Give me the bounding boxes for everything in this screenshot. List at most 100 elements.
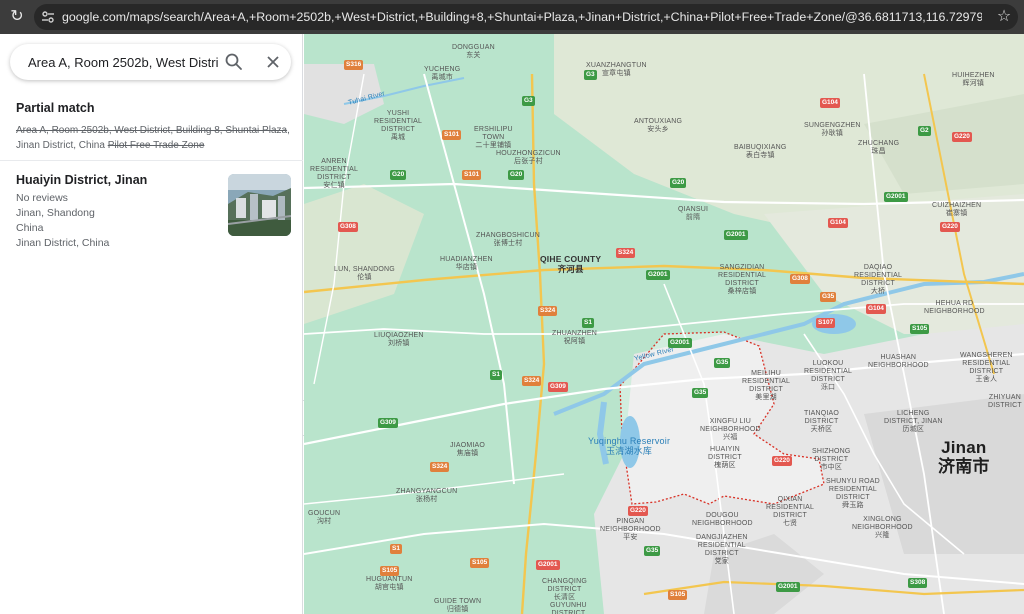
route-shield[interactable]: G308	[338, 222, 358, 232]
place-dangjiazhen[interactable]: DANGJIAZHEN RESIDENTIAL DISTRICT 党家	[696, 534, 748, 566]
route-shield[interactable]: G2001	[668, 338, 692, 348]
route-shield[interactable]: S316	[344, 60, 364, 70]
place-qiansui[interactable]: QIANSUI 前隋	[678, 206, 708, 222]
yuqinghu-reservoir-label[interactable]: Yuqinghu Reservoir 玉清湖水库	[588, 436, 670, 456]
place-baibuqixiang[interactable]: BAIBUQIXIANG 表白寺镇	[734, 144, 787, 160]
qihe-county-label[interactable]: QIHE COUNTY 齐河县	[540, 254, 601, 274]
route-shield[interactable]: G2001	[536, 560, 560, 570]
place-antouxiang[interactable]: ANTOUXIANG 安头乡	[634, 118, 682, 134]
map-canvas[interactable]: DONGGUAN 东关 YUCHENG 禹城市 XUANZHANGTUN 宣章屯镇 H…	[304, 34, 1024, 614]
place-huashan[interactable]: HUASHAN NEIGHBORHOOD	[868, 354, 929, 370]
route-shield[interactable]: G220	[952, 132, 972, 142]
route-shield[interactable]: G3	[522, 96, 535, 106]
search-icon[interactable]	[223, 51, 245, 73]
place-tianqiao[interactable]: TIANQIAO DISTRICT 天桥区	[804, 410, 839, 434]
route-shield[interactable]: G2001	[724, 230, 748, 240]
route-shield[interactable]: S105	[910, 324, 930, 334]
route-shield[interactable]: S1	[582, 318, 594, 328]
route-shield[interactable]: G104	[828, 218, 848, 228]
route-shield[interactable]: S324	[538, 306, 558, 316]
route-shield[interactable]: G309	[548, 382, 568, 392]
place-zhuanzhen[interactable]: ZHUANZHEN 祝阿镇	[552, 330, 597, 346]
place-xinglong[interactable]: XINGLONG NEIGHBORHOOD 兴隆	[852, 516, 913, 540]
route-shield[interactable]: S107	[816, 318, 836, 328]
place-pingan[interactable]: PINGAN NEIGHBORHOOD 平安	[600, 518, 661, 542]
route-shield[interactable]: S1	[490, 370, 502, 380]
route-shield[interactable]: G3	[584, 70, 597, 80]
route-shield[interactable]: G35	[714, 358, 731, 368]
route-shield[interactable]: G35	[644, 546, 661, 556]
place-luokou[interactable]: LUOKOU RESIDENTIAL DISTRICT 泺口	[804, 360, 852, 392]
place-zhiyuan[interactable]: ZHIYUAN DISTRICT	[988, 394, 1022, 410]
result-photo-thumbnail[interactable]	[228, 174, 291, 236]
place-zhangyangcun[interactable]: ZHANGYANGCUN 张杨村	[396, 488, 457, 504]
route-shield[interactable]: G20	[390, 170, 407, 180]
route-shield[interactable]: G35	[820, 292, 837, 302]
place-huadianzhen[interactable]: HUADIANZHEN 华店镇	[440, 256, 493, 272]
bookmark-star-icon[interactable]: ☆	[994, 7, 1014, 27]
site-info-icon[interactable]	[40, 9, 56, 25]
route-shield[interactable]: G220	[940, 222, 960, 232]
route-shield[interactable]: S1	[390, 544, 402, 554]
route-shield[interactable]: G220	[772, 456, 792, 466]
close-icon[interactable]	[262, 51, 284, 73]
place-lun[interactable]: LUN, SHANDONG 伦镇	[334, 266, 395, 282]
place-dongguan[interactable]: DONGGUAN 东关	[452, 44, 495, 60]
route-shield[interactable]: S324	[616, 248, 636, 258]
route-shield[interactable]: G220	[628, 506, 648, 516]
route-shield[interactable]: S308	[908, 578, 928, 588]
address-bar-url[interactable]: google.com/maps/search/Area+A,+Room+2502…	[62, 9, 982, 25]
place-ershilipu[interactable]: ERSHILIPU TOWN 二十里铺镇	[474, 126, 513, 150]
place-qixian[interactable]: QIXIAN RESIDENTIAL DISTRICT 七贤	[766, 496, 814, 528]
route-shield[interactable]: G20	[508, 170, 525, 180]
place-cuizhaizhen[interactable]: CUIZHAIZHEN 崔寨镇	[932, 202, 981, 218]
route-shield[interactable]: G2001	[884, 192, 908, 202]
place-changqing[interactable]: CHANGQING DISTRICT 长清区	[542, 578, 587, 602]
route-shield[interactable]: G2001	[646, 270, 670, 280]
result-title[interactable]: Huaiyin District, Jinan	[16, 173, 147, 187]
jinan-city-label[interactable]: Jinan 济南市	[938, 438, 990, 476]
place-goucun[interactable]: GOUCUN 沟村	[308, 510, 340, 526]
place-hehua[interactable]: HEHUA RD NEIGHBORHOOD	[924, 300, 985, 316]
route-shield[interactable]: G309	[378, 418, 398, 428]
place-houzhongzicun[interactable]: HOUZHONGZICUN 后张子村	[496, 150, 561, 166]
place-wangsheren[interactable]: WANGSHEREN RESIDENTIAL DISTRICT 王舍人	[960, 352, 1013, 384]
place-dougou[interactable]: DOUGOU NEIGHBORHOOD	[692, 512, 753, 528]
route-shield[interactable]: S105	[380, 566, 400, 576]
place-shizhong[interactable]: SHIZHONG DISTRICT 市中区	[812, 448, 851, 472]
place-licheng[interactable]: LICHENG DISTRICT, JINAN 历城区	[884, 410, 943, 434]
route-shield[interactable]: G35	[692, 388, 709, 398]
place-yucheng[interactable]: YUCHENG 禹城市	[424, 66, 460, 82]
reload-icon[interactable]: ↻	[8, 8, 26, 26]
place-guyunhu[interactable]: GUYUNHU DISTRICT	[550, 602, 587, 614]
route-shield[interactable]: G104	[820, 98, 840, 108]
place-daqiao[interactable]: DAQIAO RESIDENTIAL DISTRICT 大桥	[854, 264, 902, 296]
place-sungengzhen[interactable]: SUNGENGZHEN 孙耿镇	[804, 122, 861, 138]
place-huaiyin[interactable]: HUAIYIN DISTRICT 槐荫区	[708, 446, 742, 470]
place-meilihu[interactable]: MEILIHU RESIDENTIAL DISTRICT 美里湖	[742, 370, 790, 402]
route-shield[interactable]: G104	[866, 304, 886, 314]
place-yushi[interactable]: YUSHI RESIDENTIAL DISTRICT 禹城	[374, 110, 422, 142]
route-shield[interactable]: S105	[668, 590, 688, 600]
place-guide[interactable]: GUIDE TOWN 归德镇	[434, 598, 481, 614]
route-shield[interactable]: G20	[670, 178, 687, 188]
place-anren[interactable]: ANREN RESIDENTIAL DISTRICT 安仁镇	[310, 158, 358, 190]
place-liuqiaozhen[interactable]: LIUQIAOZHEN 刘桥镇	[374, 332, 424, 348]
place-jiaomiao[interactable]: JIAOMIAO 焦庙镇	[450, 442, 485, 458]
route-shield[interactable]: S101	[442, 130, 462, 140]
route-shield[interactable]: S324	[430, 462, 450, 472]
route-shield[interactable]: G2	[918, 126, 931, 136]
search-input[interactable]	[28, 52, 218, 72]
route-shield[interactable]: G308	[790, 274, 810, 284]
route-shield[interactable]: S101	[462, 170, 482, 180]
place-zhangboshicun[interactable]: ZHANGBOSHICUN 张博士村	[476, 232, 540, 248]
place-sangzidian[interactable]: SANGZIDIAN RESIDENTIAL DISTRICT 桑梓店镇	[718, 264, 766, 296]
place-huguantun[interactable]: HUGUANTUN 胡官屯镇	[366, 576, 413, 592]
route-shield[interactable]: S105	[470, 558, 490, 568]
place-xingfu[interactable]: XINGFU LIU NEIGHBORHOOD 兴福	[700, 418, 761, 442]
place-huihezhen[interactable]: HUIHEZHEN 辉河镇	[952, 72, 995, 88]
place-zhuchang[interactable]: ZHUCHANG 珠昌	[858, 140, 899, 156]
route-shield[interactable]: S324	[522, 376, 542, 386]
place-shunyu[interactable]: SHUNYU ROAD RESIDENTIAL DISTRICT 舜玉路	[826, 478, 880, 510]
route-shield[interactable]: G2001	[776, 582, 800, 592]
